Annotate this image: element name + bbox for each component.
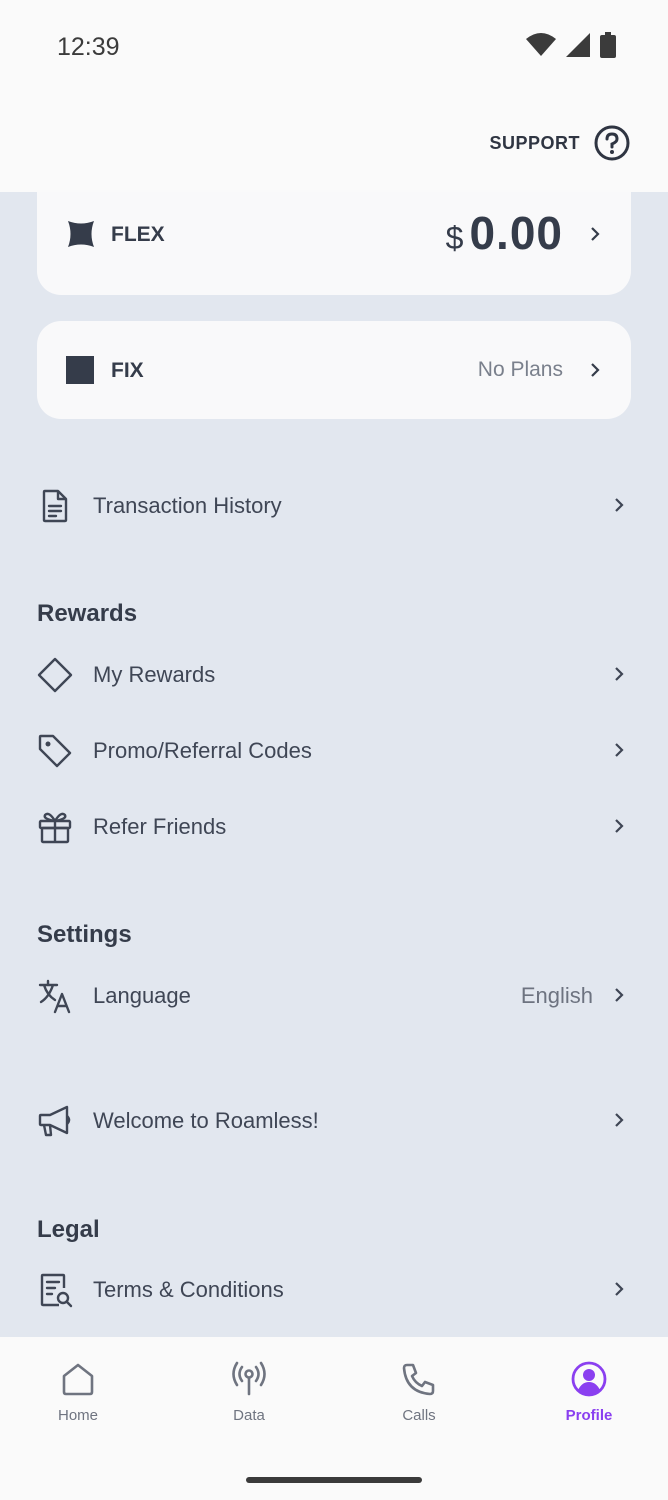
wifi-icon xyxy=(526,33,556,56)
flex-plan-name: FLEX xyxy=(111,223,165,246)
nav-label-calls: Calls xyxy=(402,1407,436,1424)
welcome-label: Welcome to Roamless! xyxy=(93,1108,319,1133)
flex-plan-icon xyxy=(68,221,94,247)
flex-card[interactable]: FLEX $ 0.00 xyxy=(37,192,631,295)
status-time: 12:39 xyxy=(57,33,120,61)
fix-plan-icon xyxy=(66,356,94,384)
battery-icon xyxy=(600,32,616,58)
fix-plan-name: FIX xyxy=(111,359,144,382)
my-rewards-label: My Rewards xyxy=(93,662,216,687)
legal-section-title: Legal xyxy=(37,1216,100,1243)
promo-codes-label: Promo/Referral Codes xyxy=(93,738,312,763)
chevron-right-icon xyxy=(615,1282,624,1296)
chevron-right-icon xyxy=(615,743,624,757)
help-circle-icon xyxy=(594,125,630,161)
support-button[interactable]: SUPPORT xyxy=(489,125,630,161)
transaction-history-row[interactable]: Transaction History xyxy=(37,481,631,531)
document-icon xyxy=(42,489,68,523)
welcome-row[interactable]: Welcome to Roamless! xyxy=(37,1096,631,1146)
refer-friends-label: Refer Friends xyxy=(93,814,227,839)
flex-currency: $ xyxy=(445,220,464,256)
megaphone-icon xyxy=(38,1105,71,1137)
home-icon xyxy=(62,1363,94,1396)
diamond-icon xyxy=(37,657,73,693)
nav-item-data[interactable]: Data xyxy=(189,1361,309,1424)
transaction-history-label: Transaction History xyxy=(93,493,282,518)
bottom-nav: Home Data Calls Profile xyxy=(0,1337,668,1500)
chevron-right-icon xyxy=(591,227,600,241)
language-value: English xyxy=(520,983,593,1008)
home-indicator[interactable] xyxy=(246,1477,422,1483)
settings-section-title: Settings xyxy=(37,921,132,948)
nav-label-profile: Profile xyxy=(565,1407,613,1424)
terms-row[interactable]: Terms & Conditions xyxy=(37,1265,631,1315)
nav-label-home: Home xyxy=(57,1407,98,1424)
language-label: Language xyxy=(93,983,191,1008)
phone-icon xyxy=(402,1363,435,1396)
promo-codes-row[interactable]: Promo/Referral Codes xyxy=(37,726,631,776)
nav-label-data: Data xyxy=(233,1407,265,1424)
fix-plan-status: No Plans xyxy=(477,358,563,381)
antenna-icon xyxy=(232,1361,266,1396)
fix-card[interactable]: FIX No Plans xyxy=(37,321,631,419)
terms-label: Terms & Conditions xyxy=(93,1277,284,1302)
my-rewards-row[interactable]: My Rewards xyxy=(37,650,631,700)
signal-icon xyxy=(566,33,590,57)
chevron-right-icon xyxy=(615,988,624,1002)
tag-icon xyxy=(38,734,72,768)
refer-friends-row[interactable]: Refer Friends xyxy=(37,802,631,852)
top-header: SUPPORT xyxy=(0,95,668,192)
chevron-right-icon xyxy=(615,498,624,512)
flex-amount: 0.00 xyxy=(469,207,563,259)
translate-icon xyxy=(38,979,71,1014)
nav-item-profile[interactable]: Profile xyxy=(529,1361,649,1424)
status-bar: 12:39 xyxy=(0,0,668,95)
nav-item-home[interactable]: Home xyxy=(18,1361,138,1424)
language-row[interactable]: Language English xyxy=(37,971,631,1021)
flex-balance: $ 0.00 xyxy=(446,206,563,260)
chevron-right-icon xyxy=(615,667,624,681)
support-label: SUPPORT xyxy=(489,132,580,153)
nav-item-calls[interactable]: Calls xyxy=(359,1361,479,1424)
profile-icon xyxy=(571,1361,607,1397)
document-search-icon xyxy=(40,1273,73,1308)
chevron-right-icon xyxy=(591,363,600,377)
chevron-right-icon xyxy=(615,819,624,833)
status-icons xyxy=(526,32,616,58)
gift-icon xyxy=(38,812,72,844)
chevron-right-icon xyxy=(615,1113,624,1127)
rewards-section-title: Rewards xyxy=(37,600,138,627)
